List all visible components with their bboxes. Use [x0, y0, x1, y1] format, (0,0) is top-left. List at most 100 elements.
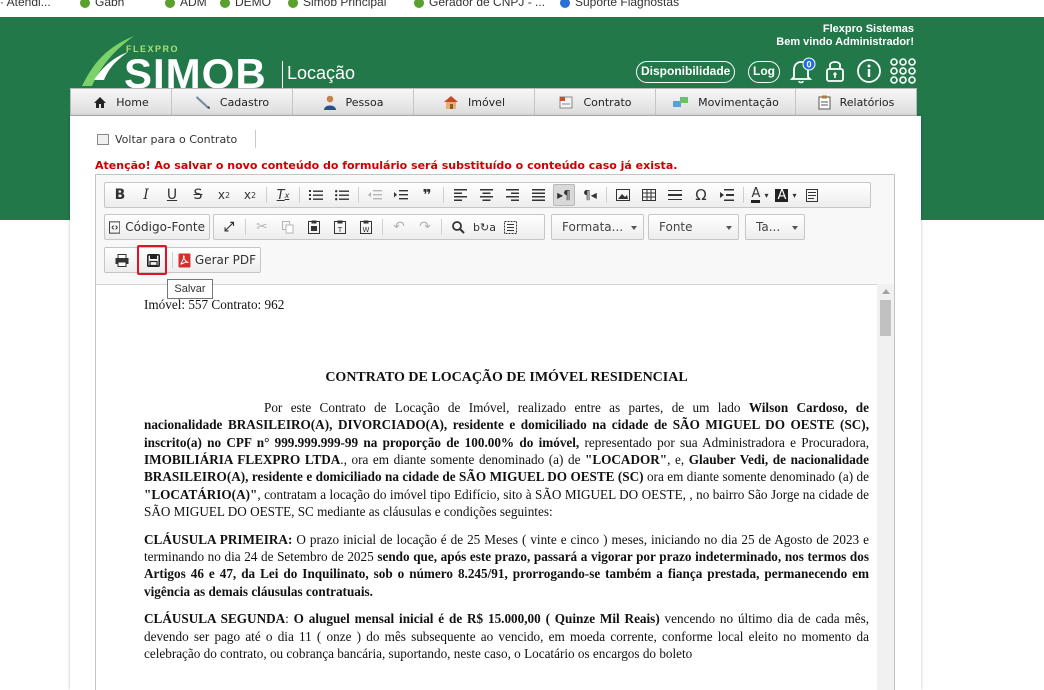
bookmark-icon	[165, 0, 175, 8]
chevron-down-icon	[726, 226, 732, 230]
scrollbar-thumb[interactable]	[880, 300, 891, 336]
print-button[interactable]	[109, 249, 135, 271]
toolbar-separator	[266, 187, 267, 203]
bookmark-item[interactable]: Simob Principal	[288, 0, 386, 9]
bookmark-icon	[80, 0, 90, 8]
image-icon[interactable]	[612, 184, 634, 206]
justify-icon[interactable]	[527, 184, 549, 206]
source-code-button[interactable]: Código-Fonte	[109, 216, 205, 238]
font-select[interactable]: Fonte	[648, 214, 739, 240]
text-direction-ltr-icon[interactable]: ▸¶	[553, 184, 575, 206]
outdent-icon[interactable]	[364, 184, 386, 206]
notification-count: 0	[806, 60, 811, 70]
toolbar-separator	[382, 219, 383, 235]
remove-format-icon[interactable]: Tx	[272, 184, 294, 206]
numbered-list-icon[interactable]	[305, 184, 327, 206]
scroll-up-icon[interactable]	[882, 289, 890, 294]
find-icon[interactable]	[447, 216, 469, 238]
indent-icon[interactable]	[390, 184, 412, 206]
contract-title: CONTRATO DE LOCAÇÃO DE IMÓVEL RESIDENCIA…	[325, 370, 688, 386]
format-select[interactable]: Formata...	[551, 214, 644, 240]
copy-icon[interactable]	[277, 216, 299, 238]
availability-button[interactable]: Disponibilidade	[636, 61, 736, 83]
undo-icon[interactable]: ↶	[388, 216, 410, 238]
nav-item-pessoa[interactable]: Pessoa	[293, 89, 414, 115]
movement-icon	[673, 97, 689, 107]
contract-icon	[559, 96, 573, 109]
show-blocks-icon[interactable]	[801, 184, 823, 206]
toolbar-separator	[171, 252, 173, 268]
contract-parties-paragraph: Por este Contrato de Locação de Imóvel, …	[144, 399, 869, 520]
save-tooltip: Salvar	[167, 279, 213, 299]
horizontal-line-icon[interactable]	[664, 184, 686, 206]
lock-icon[interactable]	[823, 58, 847, 84]
bookmarks-bar: · Atendi... Gabh ADM DEMO Simob Principa…	[0, 0, 1044, 17]
contract-document: Imóvel: 557 Contrato: 962 CONTRATO DE LO…	[144, 285, 869, 663]
subscript-button[interactable]: x2	[213, 184, 235, 206]
bookmark-item[interactable]: · Atendi...	[0, 0, 51, 9]
paste-text-icon[interactable]: T	[329, 216, 351, 238]
nav-item-home[interactable]: Home	[71, 89, 172, 115]
document-icon	[97, 133, 109, 145]
pdf-icon	[178, 253, 191, 267]
chevron-down-icon	[631, 226, 637, 230]
toolbar-separator	[443, 187, 444, 203]
editor-content[interactable]: Imóvel: 557 Contrato: 962 CONTRATO DE LO…	[96, 284, 877, 690]
align-left-icon[interactable]	[449, 184, 471, 206]
toolbar-separator	[441, 219, 442, 235]
blockquote-icon[interactable]: ❞	[416, 184, 438, 206]
superscript-button[interactable]: x2	[239, 184, 261, 206]
nav-item-relatorios[interactable]: Relatórios	[796, 89, 916, 115]
save-highlight	[137, 245, 167, 275]
log-button[interactable]: Log	[748, 61, 780, 83]
nav-item-imovel[interactable]: Imóvel	[414, 89, 535, 115]
text-direction-rtl-icon[interactable]: ¶◂	[579, 184, 601, 206]
bookmark-item[interactable]: ADM	[165, 0, 207, 9]
redo-icon[interactable]: ↷	[414, 216, 436, 238]
strikethrough-button[interactable]: S	[187, 184, 209, 206]
clause-first: CLÁUSULA PRIMEIRA: O prazo inicial de lo…	[144, 531, 869, 599]
bookmark-item[interactable]: Gerador de CNPJ - ...	[414, 0, 545, 9]
background-color-icon[interactable]: A ▾	[775, 184, 797, 206]
bookmark-icon	[220, 0, 230, 8]
font-size-select[interactable]: Ta...	[745, 214, 805, 240]
text-color-icon[interactable]: A ▾	[749, 184, 771, 206]
paste-icon[interactable]	[303, 216, 325, 238]
toolbar-separator	[606, 187, 607, 203]
bold-button[interactable]: B	[109, 184, 131, 206]
document-actions-toolbar: Gerar PDF	[104, 247, 261, 273]
special-char-icon[interactable]: Ω	[690, 184, 712, 206]
toolbar-separator	[743, 187, 744, 203]
bulleted-list-icon[interactable]	[331, 184, 353, 206]
table-icon[interactable]	[638, 184, 660, 206]
underline-button[interactable]: U	[161, 184, 183, 206]
page-break-icon[interactable]	[716, 184, 738, 206]
report-icon	[818, 95, 831, 109]
align-right-icon[interactable]	[501, 184, 523, 206]
home-icon	[94, 96, 107, 108]
maximize-icon[interactable]: ⤢	[218, 216, 240, 238]
align-center-icon[interactable]	[475, 184, 497, 206]
select-all-icon[interactable]	[500, 216, 522, 238]
bookmark-item[interactable]: Gabh	[80, 0, 124, 9]
formatting-toolbar: B I U S x2 x2 Tx ❞ ▸¶ ¶◂ Ω A ▾ A ▾	[104, 182, 871, 208]
nav-item-cadastro[interactable]: Cadastro	[172, 89, 293, 115]
notification-bell-icon[interactable]: 0	[788, 57, 816, 85]
replace-icon[interactable]: b↻a	[473, 216, 496, 238]
cut-icon[interactable]: ✂	[251, 216, 273, 238]
nav-item-contrato[interactable]: Contrato	[535, 89, 656, 115]
toolbar-separator	[245, 219, 246, 235]
apps-grid-icon[interactable]	[889, 57, 917, 85]
svg-text:T: T	[337, 226, 343, 234]
toolbar-separator	[299, 187, 300, 203]
italic-button[interactable]: I	[135, 184, 157, 206]
editor-scrollbar[interactable]	[877, 284, 894, 690]
info-icon[interactable]	[856, 58, 882, 84]
module-name: Locação	[287, 63, 356, 83]
back-to-contract-link[interactable]: Voltar para o Contrato	[97, 128, 256, 150]
generate-pdf-button[interactable]: Gerar PDF	[178, 249, 256, 271]
nav-item-movimentacao[interactable]: Movimentação	[656, 89, 796, 115]
bookmark-item[interactable]: Suporte Flagnostas	[560, 0, 679, 9]
bookmark-item[interactable]: DEMO	[220, 0, 271, 9]
paste-word-icon[interactable]: W	[355, 216, 377, 238]
